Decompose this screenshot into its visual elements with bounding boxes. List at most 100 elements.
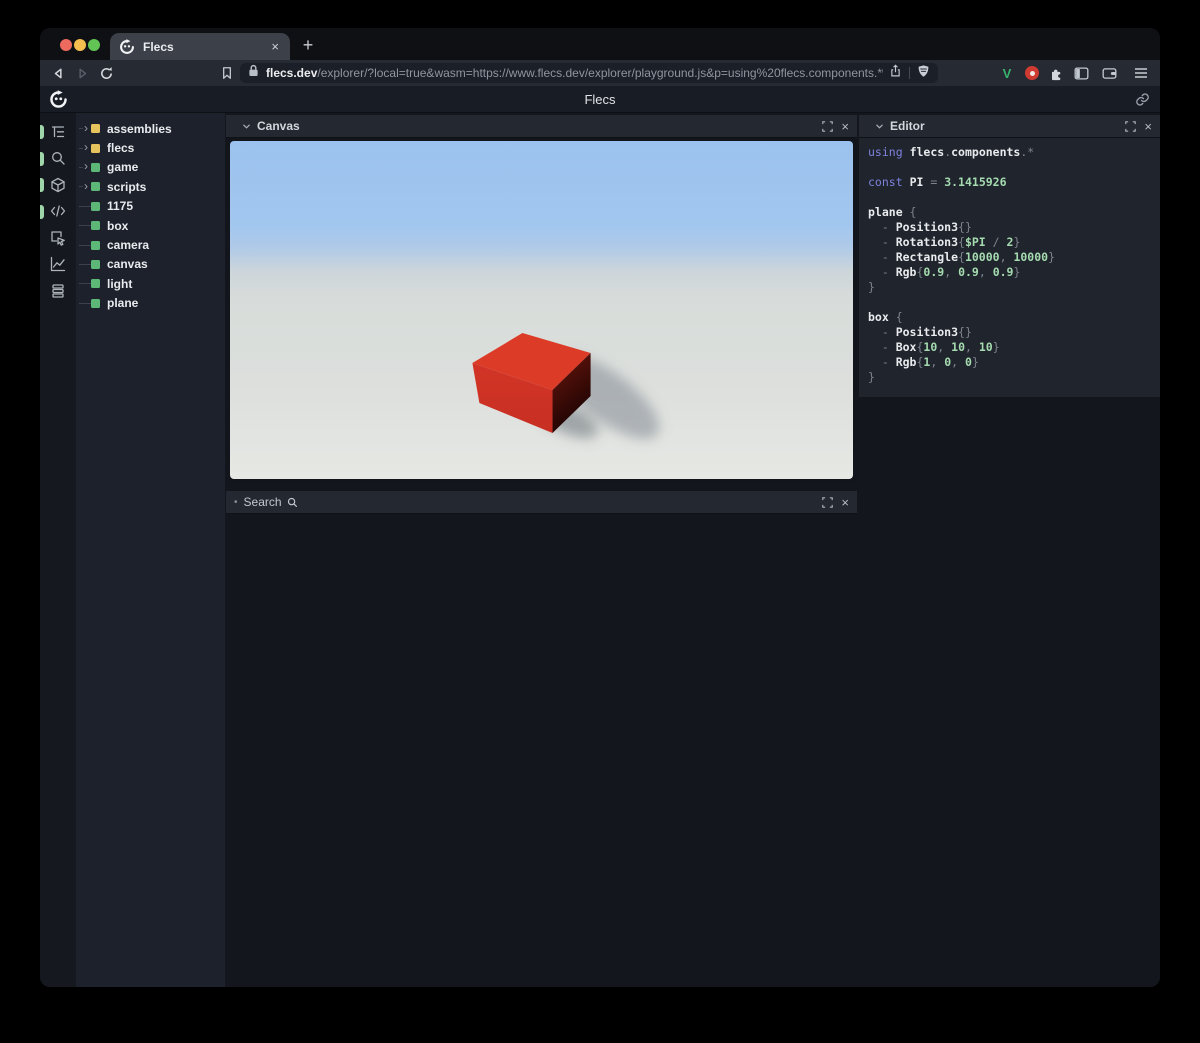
new-tab-button[interactable]: + (295, 32, 321, 58)
chevron-down-icon[interactable] (875, 123, 884, 130)
brave-shield-icon[interactable] (917, 64, 930, 83)
chevron-right-icon[interactable]: › (84, 160, 88, 172)
code-editor[interactable]: using flecs.components.* const PI = 3.14… (859, 138, 1160, 397)
wallet-icon[interactable] (1098, 60, 1120, 86)
zoom-window-button[interactable] (88, 39, 100, 51)
reload-button[interactable] (95, 60, 117, 86)
sidebar-toggle-icon[interactable] (1070, 60, 1092, 86)
lock-icon (248, 64, 259, 82)
code-icon (50, 203, 67, 220)
entity-square-icon (91, 182, 100, 192)
canvas-panel-header[interactable]: Canvas × (226, 115, 857, 138)
tree-item-scripts[interactable]: › scripts (76, 177, 225, 196)
tree-item-label: 1175 (107, 199, 134, 214)
active-indicator (40, 204, 44, 219)
code-line: - Rotation3{$PI / 2} (868, 235, 1021, 249)
tree-item-flecs[interactable]: › flecs (76, 138, 225, 157)
tree-connector (79, 283, 91, 285)
tree-item-label: game (107, 160, 139, 175)
scene-3d-viewport[interactable] (230, 141, 853, 479)
chevron-right-icon[interactable]: › (84, 122, 88, 134)
extensions-puzzle-icon[interactable] (1045, 60, 1067, 86)
activity-bar (40, 113, 76, 987)
code-line: - Box{10, 10, 10} (868, 340, 1000, 354)
extension-red-icon[interactable] (1021, 60, 1043, 86)
close-window-button[interactable] (60, 39, 72, 51)
entity-square-icon (91, 279, 100, 289)
tree-item-plane[interactable]: plane (76, 294, 225, 313)
editor-panel-header[interactable]: Editor × (859, 115, 1160, 138)
tree-item-label: flecs (107, 141, 135, 156)
chevron-right-icon[interactable]: › (84, 180, 88, 192)
fullscreen-icon[interactable] (822, 496, 834, 508)
minimize-window-button[interactable] (74, 39, 86, 51)
activity-rows-button[interactable] (40, 278, 76, 305)
flecs-logo-icon (49, 90, 68, 109)
tree-item-box[interactable]: box (76, 216, 225, 235)
tree-item-canvas[interactable]: canvas (76, 255, 225, 274)
close-panel-icon[interactable]: × (1144, 120, 1152, 133)
fullscreen-icon[interactable] (822, 120, 834, 132)
tree-item-assemblies[interactable]: › assemblies (76, 119, 225, 138)
editor-panel: Editor × using flecs.components.* const … (859, 115, 1160, 397)
tree-connector (79, 186, 83, 188)
tree-item-light[interactable]: light (76, 274, 225, 293)
code-line: const PI = 3.1415926 (868, 175, 1007, 189)
activity-search-button[interactable] (40, 146, 76, 173)
canvas-panel: Canvas × (226, 115, 857, 482)
activity-cube-button[interactable] (40, 172, 76, 199)
entity-square-icon (91, 221, 100, 231)
code-line: - Rgb{0.9, 0.9, 0.9} (868, 265, 1021, 279)
tree-connector (79, 263, 91, 265)
fullscreen-icon[interactable] (1125, 120, 1137, 132)
nav-toolbar: flecs.dev/explorer/?local=true&wasm=http… (40, 60, 1160, 86)
tree-connector (79, 166, 83, 168)
share-icon[interactable] (889, 64, 902, 83)
code-line: using flecs.components.* (868, 145, 1035, 159)
close-panel-icon[interactable]: × (841, 496, 849, 509)
tree-connector (79, 225, 91, 227)
entity-square-icon (91, 162, 100, 172)
entity-square-icon (91, 124, 100, 134)
share-link-icon[interactable] (1135, 92, 1150, 107)
tree-icon (50, 124, 67, 141)
divider (909, 67, 910, 79)
entity-square-icon (91, 259, 100, 269)
editor-panel-title: Editor (890, 119, 925, 133)
tree-connector (79, 128, 83, 130)
collapsed-indicator-icon[interactable]: • (234, 497, 238, 508)
bookmark-icon[interactable] (216, 60, 238, 86)
search-panel: • Search × (226, 491, 857, 514)
entity-square-icon (91, 143, 100, 153)
url-path: /explorer/?local=true&wasm=https://www.f… (317, 66, 883, 80)
tab-flecs[interactable]: Flecs × (110, 33, 290, 60)
address-bar[interactable]: flecs.dev/explorer/?local=true&wasm=http… (240, 63, 938, 83)
code-line: } (868, 280, 875, 294)
active-indicator (40, 125, 44, 139)
code-line: - Rectangle{10000, 10000} (868, 250, 1055, 264)
code-line: - Rgb{1, 0, 0} (868, 355, 979, 369)
tree-item-game[interactable]: › game (76, 158, 225, 177)
close-panel-icon[interactable]: × (841, 120, 849, 133)
search-panel-header[interactable]: • Search × (226, 491, 857, 514)
tree-item-1175[interactable]: 1175 (76, 197, 225, 216)
tree-item-camera[interactable]: camera (76, 235, 225, 254)
activity-tree-button[interactable] (40, 119, 76, 146)
tab-title: Flecs (143, 39, 174, 54)
tab-close-icon[interactable]: × (269, 39, 281, 54)
chevron-right-icon[interactable]: › (84, 141, 88, 153)
entity-tree: › assemblies › flecs › game › scripts 1175 box cam… (76, 113, 225, 987)
back-button[interactable] (47, 60, 69, 86)
activity-chart-button[interactable] (40, 252, 76, 279)
tree-item-label: light (107, 276, 133, 291)
browser-window: Flecs × + flecs.dev/explorer/?local=true… (40, 28, 1160, 987)
extension-v-icon[interactable]: V (996, 60, 1018, 86)
activity-code-button[interactable] (40, 199, 76, 226)
code-line: } (868, 370, 875, 384)
active-indicator (40, 178, 44, 192)
chevron-down-icon[interactable] (242, 123, 251, 130)
menu-icon[interactable] (1130, 60, 1152, 86)
activity-inspect-button[interactable] (40, 225, 76, 252)
forward-button[interactable] (71, 60, 93, 86)
